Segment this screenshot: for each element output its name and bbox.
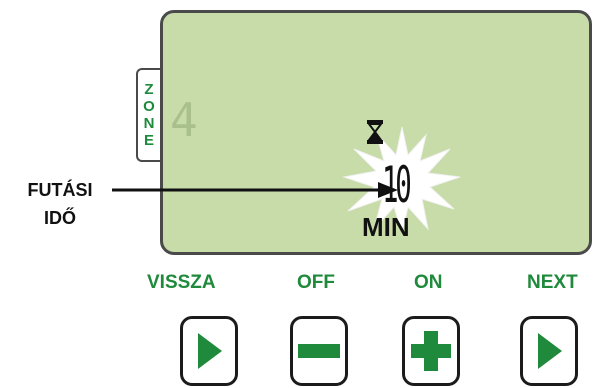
hourglass-icon [367,120,383,144]
zone-letter-o: O [143,98,155,115]
callout-line-2: IDŐ [43,208,76,228]
minus-icon [298,344,340,358]
zone-letter-e: E [143,132,154,149]
on-button[interactable] [402,316,460,386]
play-icon [538,333,562,369]
run-time-unit: MIN [362,212,410,242]
on-button-label: ON [414,272,443,293]
off-button[interactable] [290,316,348,386]
next-button-label: NEXT [527,272,578,293]
run-time-callout: FUTÁSI IDŐ [15,176,105,232]
plus-icon [411,331,451,371]
callout-line-1: FUTÁSI [27,180,93,200]
back-button-label: VISSZA [147,272,216,293]
off-button-label: OFF [297,272,335,293]
next-button[interactable] [520,316,578,386]
zone-letter-n: N [143,115,155,132]
zone-tab: Z O N E [136,68,160,162]
callout-arrow-icon [112,182,398,198]
play-icon [198,333,222,369]
zone-number: 4 [170,93,198,147]
back-button[interactable] [180,316,238,386]
zone-letter-z: Z [144,81,154,98]
